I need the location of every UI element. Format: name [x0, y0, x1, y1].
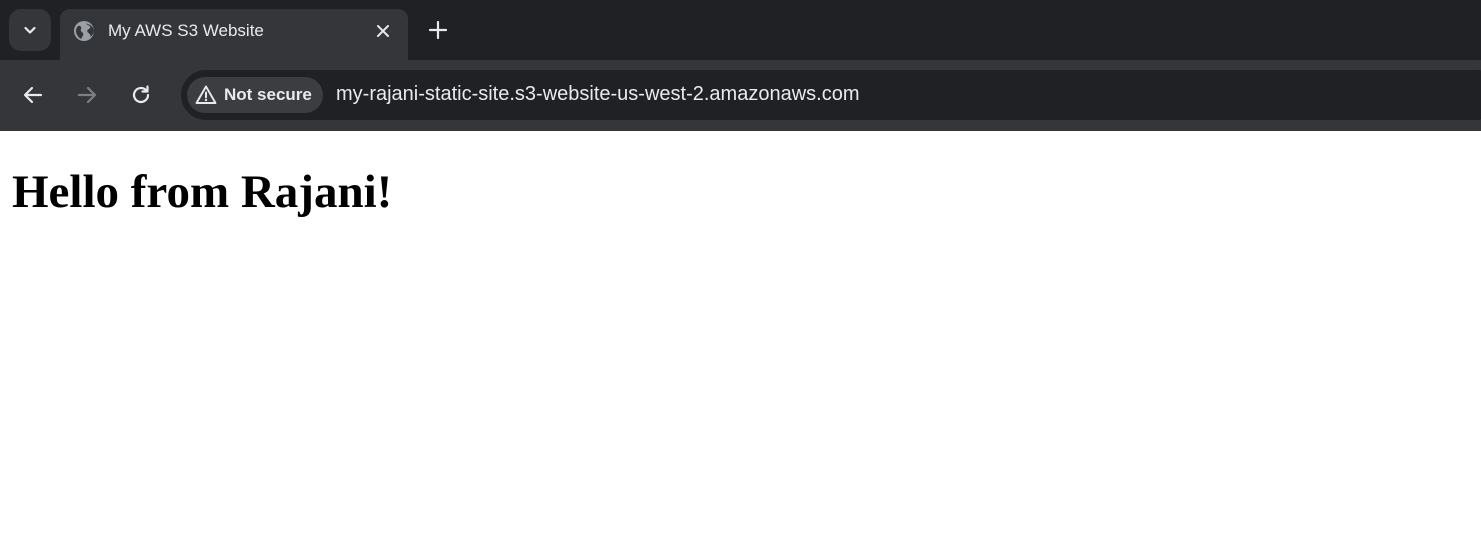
page-heading: Hello from Rajani!	[12, 166, 393, 218]
back-button[interactable]	[19, 81, 47, 109]
address-bar[interactable]: Not secure my-rajani-static-site.s3-webs…	[181, 70, 1481, 120]
security-label: Not secure	[224, 85, 312, 104]
url-text[interactable]: my-rajani-static-site.s3-website-us-west…	[336, 83, 859, 106]
reload-icon	[130, 84, 152, 106]
plus-icon	[429, 21, 447, 39]
arrow-left-icon	[22, 84, 44, 106]
browser-toolbar: Not secure my-rajani-static-site.s3-webs…	[0, 60, 1481, 131]
globe-icon	[73, 20, 95, 42]
forward-button[interactable]	[73, 81, 101, 109]
reload-button[interactable]	[127, 81, 155, 109]
active-tab[interactable]: My AWS S3 Website	[60, 9, 408, 60]
tab-search-button[interactable]	[9, 9, 51, 51]
tab-strip: My AWS S3 Website	[0, 0, 1481, 60]
chevron-down-icon	[22, 22, 38, 38]
close-icon[interactable]	[372, 20, 394, 42]
page-content: Hello from Rajani!	[0, 131, 1481, 538]
new-tab-button[interactable]	[424, 16, 452, 44]
warning-icon	[195, 84, 217, 106]
security-indicator[interactable]: Not secure	[187, 77, 323, 113]
arrow-right-icon	[76, 84, 98, 106]
tab-title: My AWS S3 Website	[108, 21, 264, 40]
